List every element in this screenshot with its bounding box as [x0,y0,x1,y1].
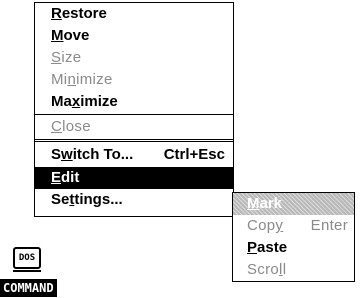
switch-to-shortcut: Ctrl+Esc [163,146,225,163]
menu-item-edit[interactable]: Edit [35,167,233,189]
menu-item-maximize[interactable]: Maximize [35,91,233,113]
menu-item-move[interactable]: Move [35,25,233,47]
edit-submenu: Mark Copy Enter Paste Scroll [232,192,355,282]
system-menu: Restore Move Size Minimize Maximize Clos… [34,2,234,217]
menu-item-switch-to[interactable]: Switch To... Ctrl+Esc [35,144,233,166]
menu-item-settings[interactable]: Settings... [35,189,233,211]
submenu-item-mark[interactable]: Mark [233,193,354,215]
menu-separator [35,114,233,115]
menu-item-close: Close [51,118,91,135]
dos-icon-label[interactable]: COMMAND [0,279,57,297]
menu-item-minimize: Minimize [51,71,113,88]
menu-item-restore[interactable]: Restore [35,3,233,25]
menu-separator-double [35,139,233,142]
dos-icon[interactable]: DOS [13,247,41,272]
submenu-item-copy: Copy Enter [233,215,354,237]
submenu-item-scroll: Scroll [247,261,287,278]
submenu-item-paste[interactable]: Paste [233,237,354,259]
copy-shortcut: Enter [310,217,348,234]
menu-item-size: Size [51,49,82,66]
